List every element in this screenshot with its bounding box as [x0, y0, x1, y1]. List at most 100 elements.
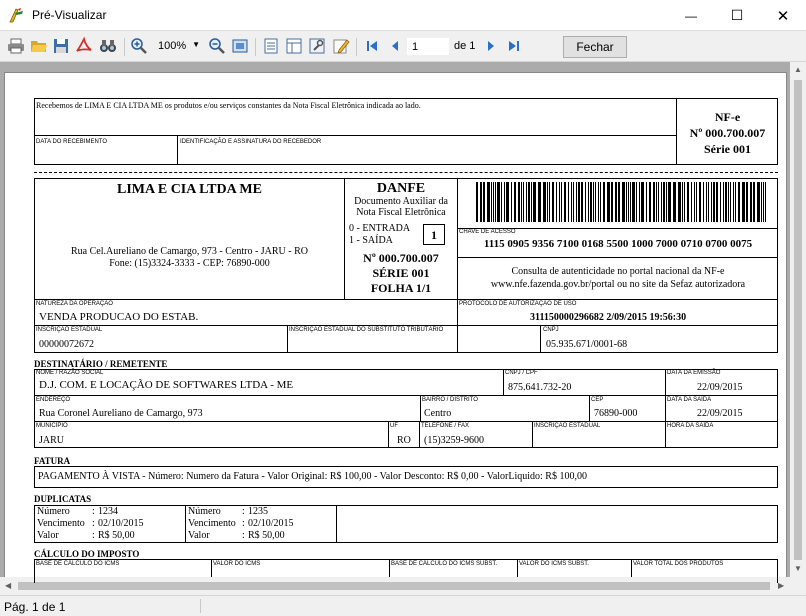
barcode-bar	[696, 182, 697, 222]
dest-ie-label: INSCRIÇÃO ESTADUAL	[534, 423, 601, 429]
barcode-bar	[713, 182, 715, 222]
divider	[665, 369, 666, 448]
dup-numero: 1234	[98, 506, 118, 517]
divider	[420, 395, 421, 421]
barcode-bar	[653, 182, 655, 222]
divider	[185, 505, 186, 543]
barcode-bar	[573, 182, 574, 222]
dup-venc: 02/10/2015	[248, 518, 294, 529]
barcode-bar	[716, 182, 718, 222]
barcode-bar	[668, 182, 671, 222]
divider	[540, 325, 541, 353]
divider	[631, 559, 632, 577]
barcode-bar	[742, 182, 745, 222]
barcode-bar	[578, 182, 580, 222]
barcode-bar	[607, 182, 610, 222]
cut-line	[34, 172, 778, 173]
dest-cep-label: CEP	[591, 397, 604, 403]
status-divider	[200, 599, 201, 613]
barcode-bar	[618, 182, 620, 222]
divider	[389, 559, 390, 577]
barcode-bar	[641, 182, 644, 222]
barcode-bar	[666, 182, 667, 222]
barcode-bar	[673, 182, 676, 222]
dest-name-label: NOME / RAZÃO SOCIAL	[36, 370, 104, 376]
barcode-bar	[547, 182, 548, 222]
danfe-entrada: 0 - ENTRADA	[349, 223, 411, 234]
barcode-bar	[501, 182, 502, 222]
barcode-bar	[746, 182, 748, 222]
barcode-bar	[491, 182, 492, 222]
dup-venc-label: Vencimento	[37, 518, 85, 529]
barcode-bar	[598, 182, 599, 222]
danfe-sub1: Documento Auxiliar da	[354, 196, 448, 207]
barcode-bar	[691, 182, 692, 222]
dest-municipio: JARU	[39, 435, 65, 446]
emitente-name: LIMA E CIA LTDA ME	[117, 182, 262, 197]
barcode-bar	[720, 182, 721, 222]
canhoto-number: Nº 000.700.007	[689, 126, 766, 140]
status-bar: Pág. 1 de 1	[0, 595, 806, 616]
barcode-bar	[757, 182, 760, 222]
barcode-bar	[561, 182, 562, 222]
barcode-bar	[711, 182, 712, 222]
danfe-series: SÉRIE 001	[372, 266, 430, 280]
divider	[211, 559, 212, 577]
barcode-bar	[506, 182, 509, 222]
dest-uf: RO	[397, 435, 411, 446]
barcode-bar	[483, 182, 485, 222]
barcode-bar	[611, 182, 613, 222]
imposto-label: VALOR DO ICMS	[213, 561, 261, 567]
natureza-box	[34, 299, 778, 353]
dest-saida: 22/09/2015	[697, 408, 743, 419]
barcode-bar	[588, 182, 589, 222]
barcode-bar	[497, 182, 500, 222]
divider	[34, 325, 778, 326]
barcode-bar	[511, 182, 512, 222]
barcode-bar	[487, 182, 490, 222]
barcode-bar	[615, 182, 617, 222]
duplicatas-section: DUPLICATAS	[34, 494, 92, 504]
divider	[34, 421, 778, 422]
barcode-bar	[526, 182, 527, 222]
barcode-bar	[559, 182, 560, 222]
barcode-bar	[480, 182, 482, 222]
barcode-bar	[661, 182, 662, 222]
dup-numero-label: Número	[188, 506, 221, 517]
barcode-bar	[504, 182, 505, 222]
divider	[34, 395, 778, 396]
consulta-line1: Consulta de autenticidade no portal naci…	[511, 266, 725, 277]
imposto-label: BASE DE CÁLCULO DO ICMS	[36, 561, 120, 567]
barcode-bar	[684, 182, 685, 222]
divider	[457, 257, 778, 258]
barcode-bar	[571, 182, 572, 222]
barcode-bar	[694, 182, 695, 222]
dest-municipio-label: MUNICÍPIO	[36, 423, 68, 429]
fatura-section: FATURA	[34, 456, 71, 466]
fatura-text: PAGAMENTO À VISTA - Número: Numero da Fa…	[38, 471, 587, 482]
barcode-bar	[476, 182, 478, 222]
barcode-bar	[699, 182, 701, 222]
barcode-bar	[761, 182, 762, 222]
barcode-bar	[763, 182, 764, 222]
barcode-bar	[753, 182, 755, 222]
protocolo-value: 311150000296682 2/09/2015 19:56:30	[530, 312, 687, 323]
barcode-bar	[531, 182, 532, 222]
duplicatas-box	[34, 505, 778, 543]
barcode-bar	[632, 182, 635, 222]
barcode-bar	[603, 182, 605, 222]
barcode-bar	[723, 182, 724, 222]
danfe-number: Nº 000.700.007	[363, 251, 439, 265]
barcode-bar	[543, 182, 546, 222]
dest-cnpj-label: CNPJ / CPF	[505, 370, 538, 376]
barcode-bar	[630, 182, 631, 222]
dup-valor-label: Valor	[37, 530, 59, 541]
dup-venc-label: Vencimento	[188, 518, 236, 529]
sign-label: IDENTIFICAÇÃO E ASSINATURA DO RECEBEDOR	[180, 139, 322, 145]
barcode-bar	[687, 182, 689, 222]
barcode-bar	[568, 182, 569, 222]
natureza-value: VENDA PRODUCAO DO ESTAB.	[39, 311, 199, 323]
barcode-bar	[521, 182, 522, 222]
imposto-label: BASE DE CÁLCULO DO ICMS SUBST.	[391, 561, 498, 567]
barcode-bar	[552, 182, 554, 222]
